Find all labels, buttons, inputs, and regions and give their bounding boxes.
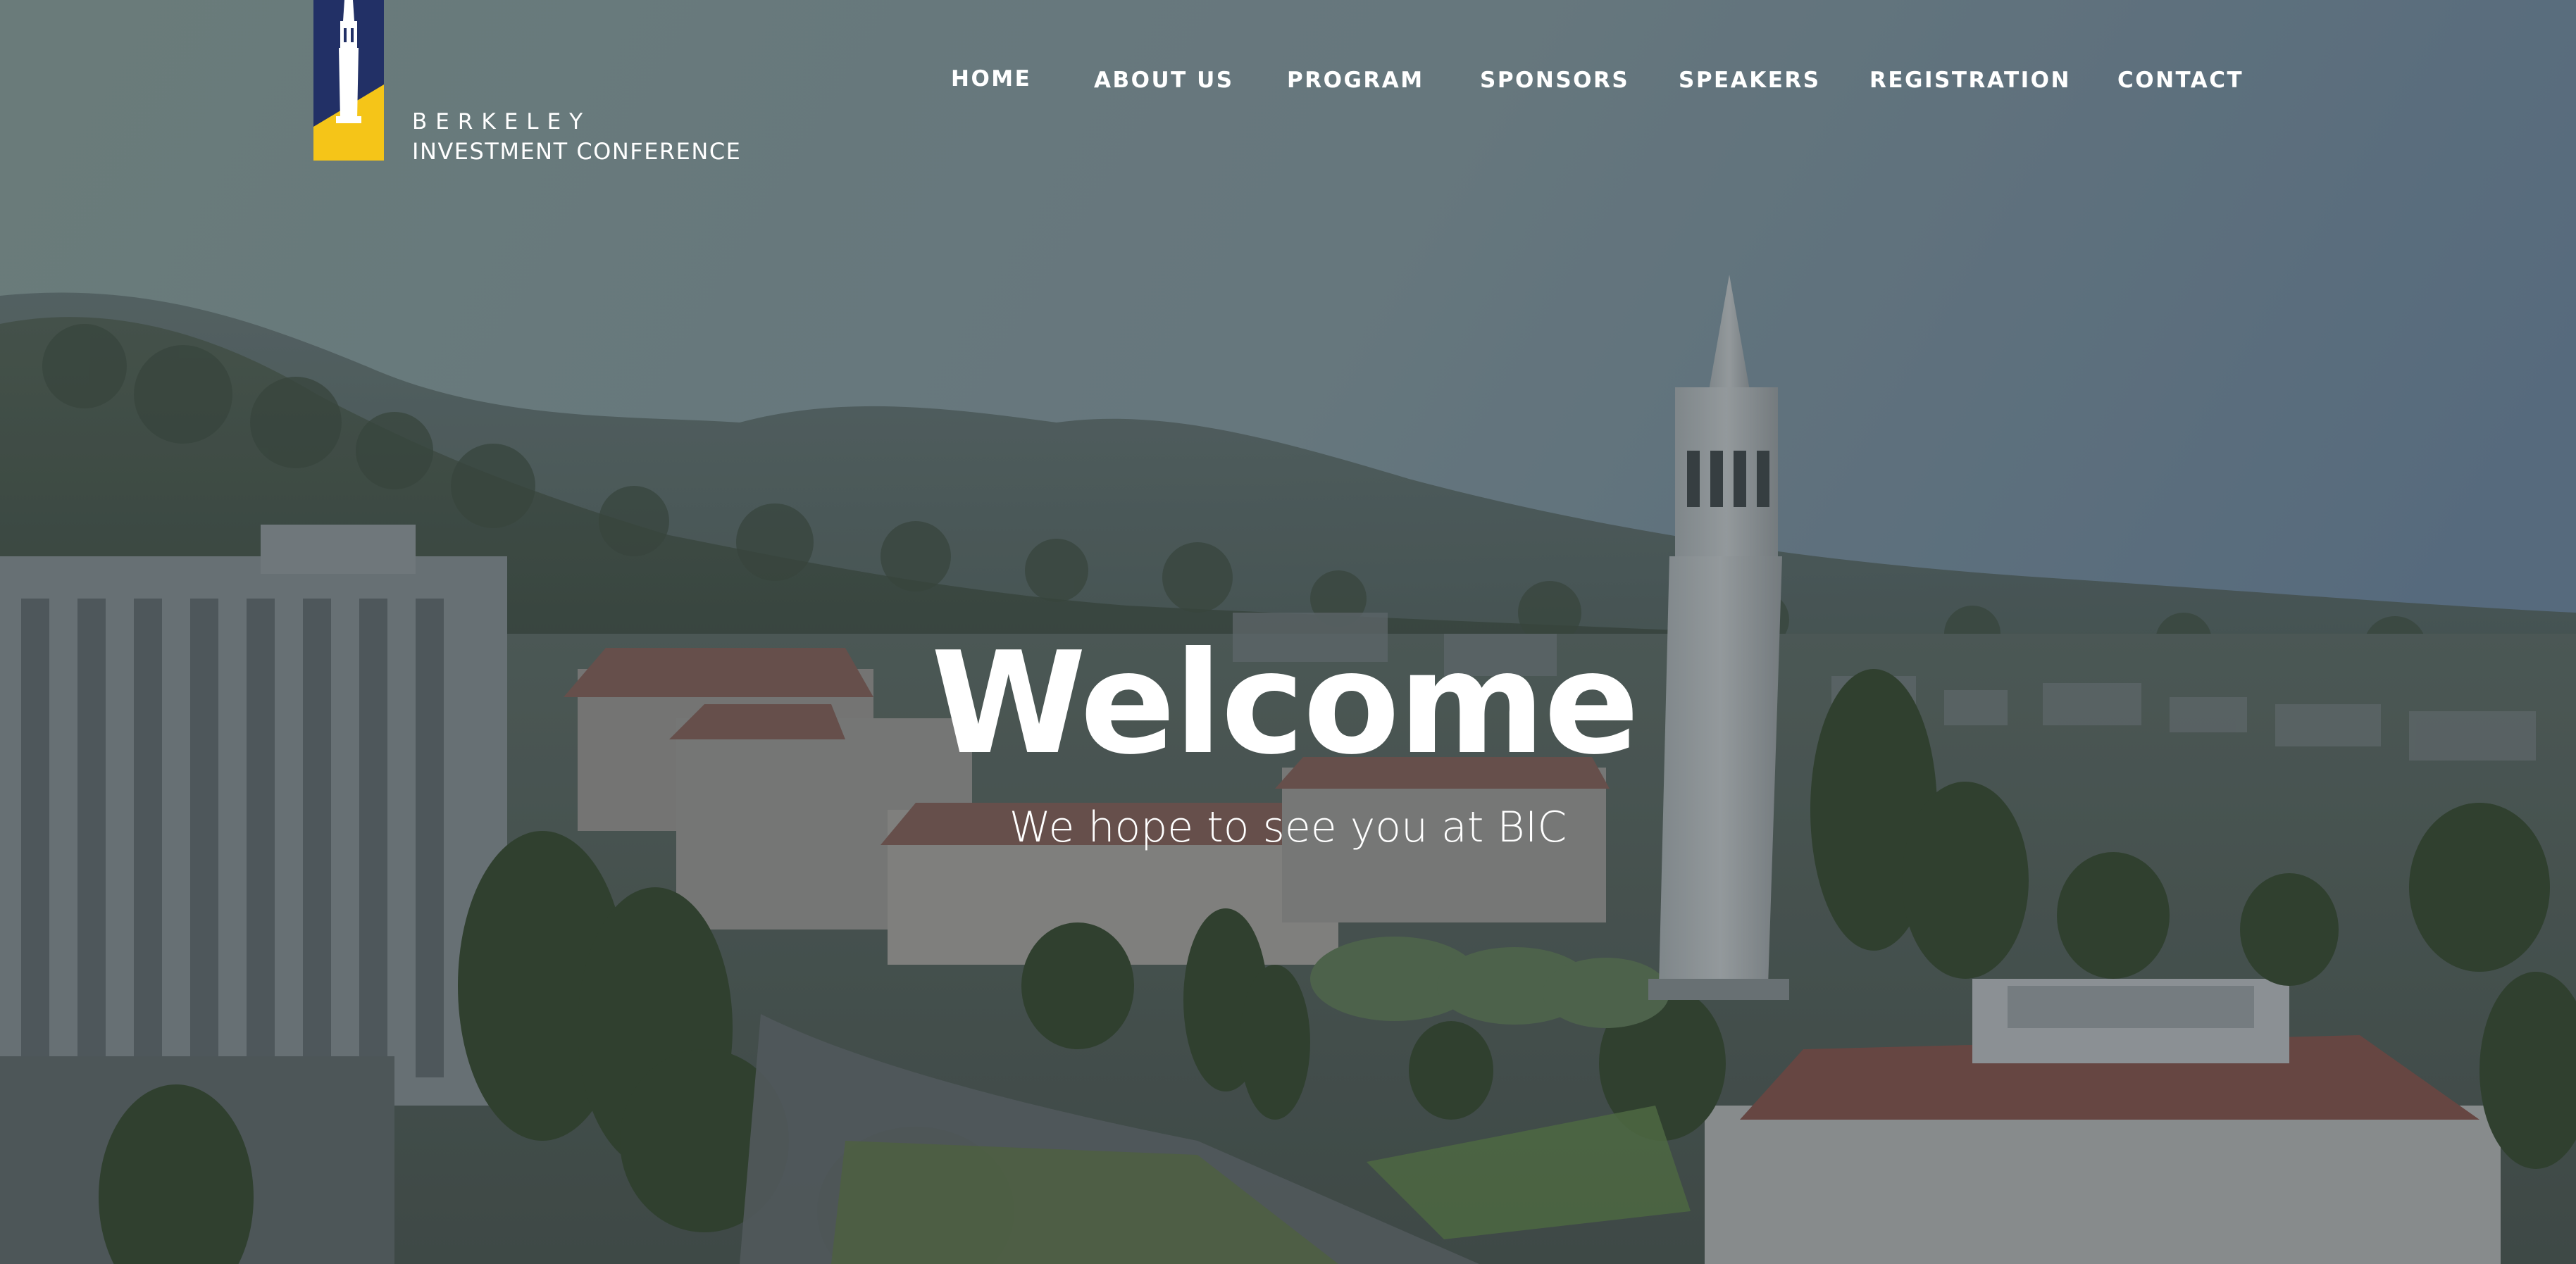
logo-text-berkeley: BERKELEY [412, 109, 592, 134]
nav-item-sponsors[interactable]: SPONSORS [1480, 68, 1629, 93]
hero-title: Welcome [0, 620, 2576, 789]
site-logo[interactable]: BERKELEY INVESTMENT CONFERENCE [313, 0, 740, 169]
nav-item-speakers[interactable]: SPEAKERS [1679, 68, 1821, 93]
nav-item-registration[interactable]: REGISTRATION [1869, 68, 2071, 93]
main-nav: HOME ABOUT US PROGRAM SPONSORS SPEAKERS … [916, 66, 2254, 103]
nav-item-home[interactable]: HOME [951, 66, 1031, 92]
campanile-logo-icon [313, 0, 384, 161]
hero-title-text: Welcome [931, 622, 1640, 786]
nav-item-contact[interactable]: CONTACT [2117, 68, 2244, 93]
hero-section: BERKELEY INVESTMENT CONFERENCE HOME ABOU… [0, 0, 2576, 1264]
hero-subtitle: We hope to see you at BIC [1009, 803, 1567, 852]
logo-text-investment-conference: INVESTMENT CONFERENCE [412, 138, 742, 165]
nav-item-program[interactable]: PROGRAM [1287, 68, 1424, 93]
nav-item-about-us[interactable]: ABOUT US [1094, 68, 1234, 93]
